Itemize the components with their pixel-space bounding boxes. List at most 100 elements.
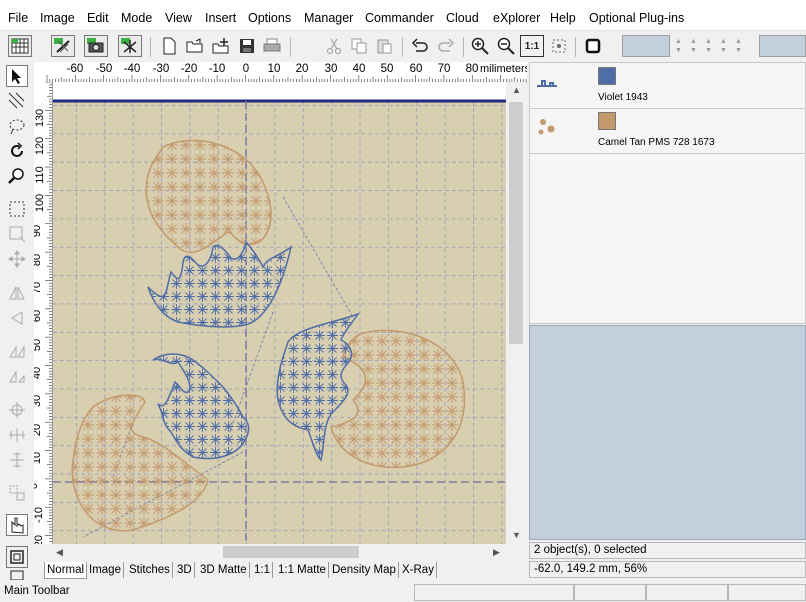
save-button[interactable] [235,35,259,57]
menu-image[interactable]: Image [40,11,75,25]
zoom-out-button[interactable] [494,35,518,57]
horizontal-scroll-thumb[interactable] [223,546,359,558]
cut-icon [327,38,341,54]
design-canvas[interactable] [53,82,506,544]
tab-3d-matte[interactable]: 3D Matte [198,562,250,578]
center-tool[interactable] [6,399,28,421]
status-pane [414,584,574,601]
frame-tool[interactable] [6,546,28,568]
color-row[interactable]: Violet 1943 [530,63,805,109]
vertical-scroll-thumb[interactable] [509,102,523,344]
distribute-horizontal-tool[interactable] [6,424,28,446]
view-tabs: Normal Image Stitches 3D 3D Matte 1:1 1:… [34,560,526,580]
scroll-left-icon[interactable]: ◀ [56,547,63,558]
add-button[interactable] [209,35,233,57]
paste-button[interactable] [372,35,396,57]
menu-manager[interactable]: Manager [304,11,353,25]
tab-stitches[interactable]: Stitches [127,562,173,578]
mirror-vertical-tool[interactable] [6,307,28,329]
rect-select-tool[interactable] [6,198,28,220]
move-tool[interactable] [6,248,28,270]
print-icon [263,38,281,52]
resize-tool[interactable] [6,223,28,245]
zoom-1-1-button[interactable]: 1:1 [520,35,544,57]
menu-file[interactable]: File [8,11,28,25]
new-button[interactable] [157,35,181,57]
stitch-edit-tool[interactable] [6,514,28,536]
mirror-horizontal-tool[interactable] [6,282,28,304]
menu-insert[interactable]: Insert [205,11,236,25]
ruler-label: -40 [123,63,141,75]
skew-left-tool[interactable] [6,340,28,362]
zoom-tool[interactable] [6,165,28,187]
skew-right-tool[interactable] [6,365,28,387]
color-name: Violet 1943 [598,92,648,103]
menu-mode[interactable]: Mode [121,11,152,25]
tab-1-1-matte[interactable]: 1:1 Matte [276,562,329,578]
stitch-wand-button[interactable] [51,35,75,57]
extra-tool[interactable] [6,570,28,580]
spinner-1[interactable]: ▲ ▼ [675,37,682,55]
group-tool[interactable] [6,482,28,504]
spinner-4[interactable]: ▲ ▼ [720,37,727,55]
menu-help[interactable]: Help [550,11,576,25]
spinner-3[interactable]: ▲ ▼ [705,37,712,55]
tab-density-map[interactable]: Density Map [330,562,399,578]
color-field-1[interactable] [622,35,670,57]
distribute-vertical-tool[interactable] [6,449,28,471]
scroll-down-icon[interactable]: ▼ [512,530,521,540]
color-row[interactable]: Camel Tan PMS 728 1673 [530,108,805,154]
stop-icon [585,38,601,54]
tab-1-1[interactable]: 1:1 [252,562,273,578]
horizontal-scrollbar[interactable]: ◀ ▶ [53,544,506,560]
menu-explorer[interactable]: eXplorer [493,11,540,25]
color-sequence-list: Violet 1943 Camel Tan PMS 728 1673 [529,62,806,324]
distribute-vertical-icon [10,452,24,468]
ruler-label: 10 [34,451,44,465]
vertical-scrollbar[interactable]: ▲ ▼ [506,82,526,544]
copy-button[interactable] [347,35,371,57]
spinner-2[interactable]: ▲ ▼ [690,37,697,55]
status-pane [574,584,646,601]
tab-image[interactable]: Image [87,562,124,578]
select-area-button[interactable] [547,35,571,57]
stitch-delete-button[interactable] [118,35,142,57]
vertical-ruler: 130 120 110 100 90 80 70 60 50 40 30 20 … [34,82,53,544]
lasso-tool[interactable] [6,115,28,137]
stitch-delete-icon [121,38,137,53]
menu-options[interactable]: Options [248,11,291,25]
grid-stitch-button[interactable] [8,35,32,57]
tab-normal[interactable]: Normal [44,562,88,579]
tab-x-ray[interactable]: X-Ray [400,562,437,578]
cut-button[interactable] [322,35,346,57]
scroll-right-icon[interactable]: ▶ [493,547,500,558]
scroll-up-icon[interactable]: ▲ [512,85,521,95]
ruler-label: 50 [34,338,44,352]
ruler-label: 20 [34,423,44,437]
rotate-tool[interactable] [6,140,28,162]
print-button[interactable] [260,35,284,57]
color-field-2[interactable] [759,35,806,57]
select-tool[interactable] [6,65,28,87]
menu-commander[interactable]: Commander [365,11,434,25]
skew-right-icon [9,370,25,383]
color-swatch [598,67,616,85]
tab-3d[interactable]: 3D [175,562,195,578]
horizontal-ruler: -60 -50 -40 -30 -20 -10 0 10 20 30 40 50… [34,62,527,83]
stop-button[interactable] [581,35,605,57]
spinner-5[interactable]: ▲ ▼ [735,37,742,55]
ruler-label: 70 [34,281,44,295]
menu-edit[interactable]: Edit [87,11,109,25]
mirror-horizontal-icon [9,286,25,300]
stitch-select-tool[interactable] [6,90,28,112]
undo-button[interactable] [408,35,432,57]
menu-optional-plugins[interactable]: Optional Plug-ins [589,11,684,25]
stitch-wand-icon [54,38,70,53]
menu-view[interactable]: View [165,11,192,25]
zoom-in-button[interactable] [468,35,492,57]
menu-cloud[interactable]: Cloud [446,11,479,25]
camera-button[interactable] [84,35,108,57]
open-button[interactable] [183,35,207,57]
paste-icon [377,39,392,54]
redo-button[interactable] [434,35,458,57]
